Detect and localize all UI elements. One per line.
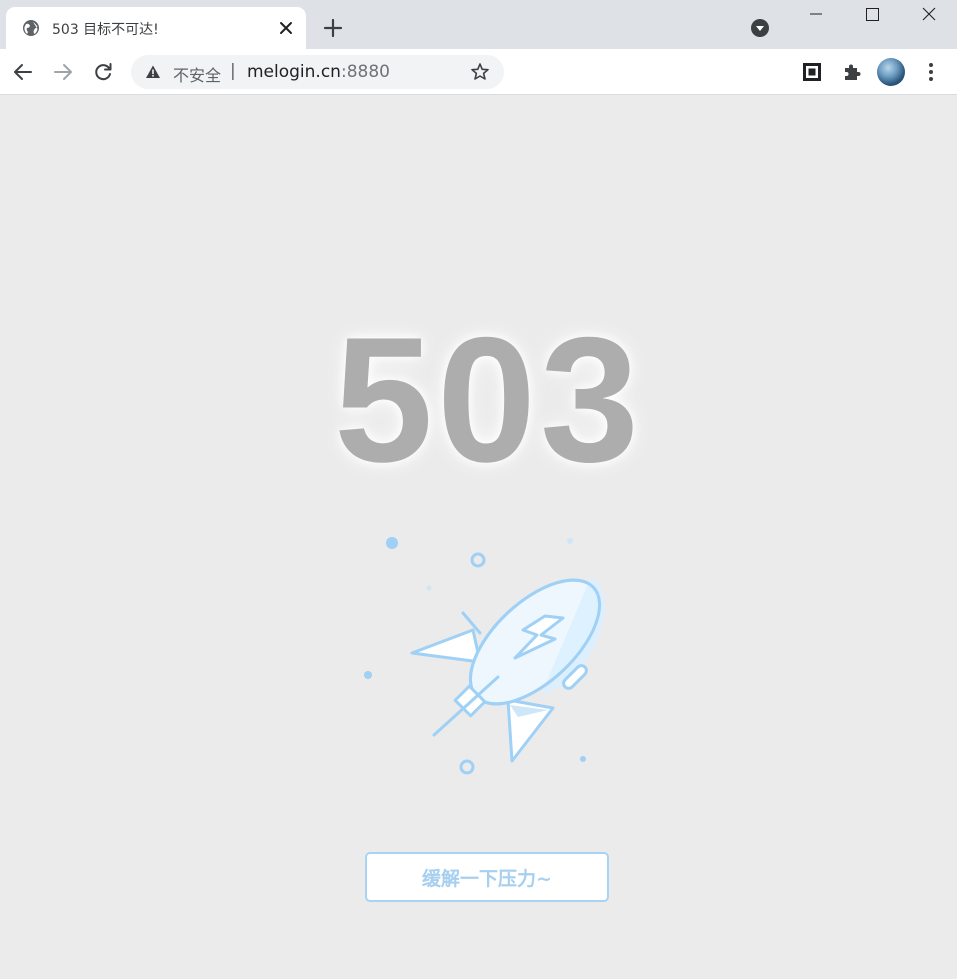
warning-icon[interactable]	[145, 64, 161, 80]
tab-strip: 503 目标不可达!	[0, 0, 957, 49]
kebab-menu-icon[interactable]	[919, 60, 943, 84]
browser-toolbar: 不安全 | melogin.cn:8880	[0, 49, 957, 95]
address-bar[interactable]: 不安全 | melogin.cn:8880	[131, 55, 504, 89]
url-host: melogin.cn	[247, 62, 341, 82]
window-close-icon[interactable]	[906, 0, 952, 30]
tab-title: 503 目标不可达!	[52, 22, 159, 38]
error-code: 503	[334, 300, 643, 499]
back-arrow-icon[interactable]	[11, 60, 35, 84]
relieve-stress-button[interactable]: 缓解一下压力~	[365, 852, 609, 902]
omnibox-separator: |	[230, 61, 236, 81]
url-port: :8880	[340, 62, 390, 82]
reload-icon[interactable]	[91, 60, 115, 84]
globe-icon	[23, 20, 39, 36]
rocket-icon	[364, 537, 606, 775]
minimize-icon[interactable]	[793, 0, 839, 30]
maximize-icon[interactable]	[849, 0, 895, 30]
forward-arrow-icon[interactable]	[51, 60, 75, 84]
plus-icon[interactable]	[322, 17, 344, 39]
active-tab[interactable]: 503 目标不可达!	[6, 7, 306, 49]
tab-search-chevron-icon[interactable]	[750, 18, 770, 38]
puzzle-icon[interactable]	[840, 60, 864, 84]
security-label[interactable]: 不安全	[173, 62, 221, 86]
profile-avatar[interactable]	[877, 58, 905, 86]
url-text[interactable]: melogin.cn:8880	[247, 62, 390, 82]
tab-close-icon[interactable]	[276, 18, 296, 38]
bookmark-star-icon[interactable]	[470, 62, 490, 82]
qr-extension-icon[interactable]	[800, 60, 824, 84]
